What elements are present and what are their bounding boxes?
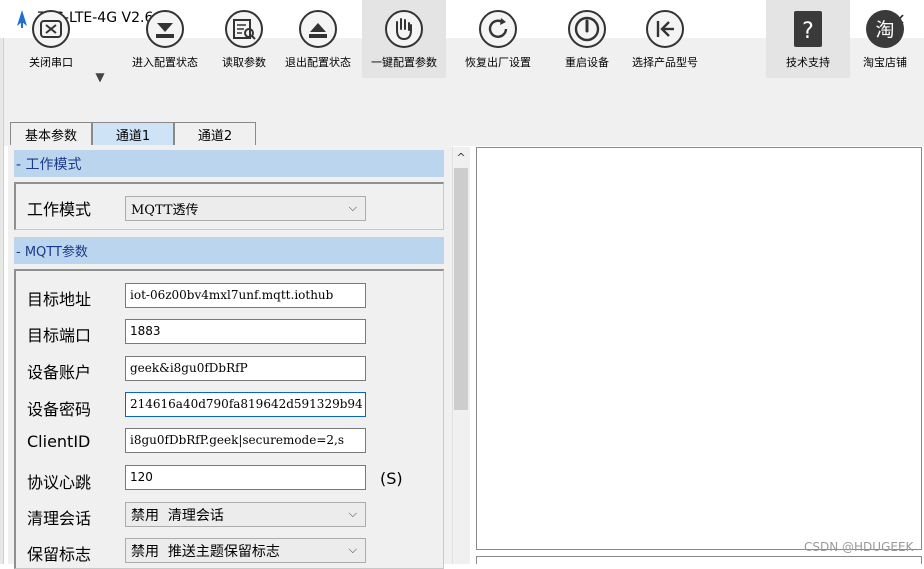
work-mode-section-header[interactable]: - 工作模式 [14, 150, 444, 177]
chevron-down-icon: ⌵ [348, 507, 357, 520]
exit-config-label: 退出配置状态 [285, 56, 351, 69]
mqtt-section-header[interactable]: - MQTT参数 [14, 237, 444, 264]
power-icon [568, 10, 606, 48]
one-click-config-label: 一键配置参数 [371, 56, 437, 69]
tab-channel-2[interactable]: 通道2 [174, 122, 256, 145]
select-model-label: 选择产品型号 [632, 56, 698, 69]
device-password-input[interactable]: 214616a40d790fa819642d591329b94 [125, 392, 366, 417]
select-model-button[interactable]: 选择产品型号 [624, 0, 706, 78]
clientid-label: ClientID [27, 432, 91, 451]
close-port-button[interactable]: 关闭串口 [14, 0, 88, 78]
device-password-label: 设备密码 [27, 400, 92, 419]
log-output-panel[interactable] [476, 147, 922, 550]
taobao-store-label: 淘宝店铺 [863, 56, 907, 69]
enter-config-button[interactable]: 进入配置状态 [124, 0, 206, 78]
factory-reset-label: 恢复出厂设置 [465, 56, 531, 69]
read-params-button[interactable]: 读取参数 [212, 0, 276, 78]
scroll-up-arrow[interactable]: ^ [452, 147, 470, 167]
restart-device-button[interactable]: 重启设备 [556, 0, 618, 78]
read-params-icon [225, 10, 263, 48]
target-address-input[interactable]: iot-06z00bv4mxl7unf.mqtt.iothub [125, 283, 366, 308]
one-click-config-button[interactable]: 一键配置参数 [362, 0, 446, 78]
help-icon: ? [794, 11, 822, 47]
chevron-down-icon: ⌵ [348, 201, 357, 214]
read-params-label: 读取参数 [222, 56, 266, 69]
target-address-label: 目标地址 [27, 290, 92, 309]
clean-session-value: 禁用 清理会话 [131, 508, 224, 524]
target-port-label: 目标端口 [27, 326, 92, 345]
factory-reset-button[interactable]: 恢复出厂设置 [456, 0, 540, 78]
retain-flag-select[interactable]: 禁用 推送主题保留标志 ⌵ [125, 538, 366, 563]
hand-pointer-icon [385, 10, 423, 48]
device-account-input[interactable]: geek&i8gu0fDbRfP [125, 356, 366, 381]
work-mode-value: MQTT透传 [131, 203, 199, 218]
clean-session-label: 清理会话 [27, 509, 92, 528]
retain-flag-label: 保留标志 [27, 545, 92, 564]
heartbeat-label: 协议心跳 [27, 473, 92, 492]
restart-device-label: 重启设备 [565, 56, 609, 69]
clean-session-select[interactable]: 禁用 清理会话 ⌵ [125, 502, 366, 527]
work-mode-label: 工作模式 [27, 200, 92, 219]
svg-text:淘: 淘 [875, 19, 894, 41]
close-port-label: 关闭串口 [29, 56, 73, 69]
refresh-icon [479, 10, 517, 48]
send-input-panel[interactable] [476, 556, 922, 564]
tech-support-label: 技术支持 [786, 56, 830, 69]
close-port-icon [32, 10, 70, 48]
work-mode-select[interactable]: MQTT透传 ⌵ [125, 196, 366, 221]
skip-back-icon [646, 10, 684, 48]
tab-basic-params[interactable]: 基本参数 [10, 122, 92, 145]
heartbeat-input[interactable]: 120 [125, 465, 366, 490]
tech-support-button[interactable]: ? 技术支持 [766, 0, 850, 78]
retain-flag-value: 禁用 推送主题保留标志 [131, 544, 280, 560]
svg-text:?: ? [802, 19, 814, 44]
device-account-label: 设备账户 [27, 363, 92, 382]
clientid-input[interactable]: i8gu0fDbRfP.geek|securemode=2,s [125, 428, 366, 453]
exit-config-button[interactable]: 退出配置状态 [278, 0, 358, 78]
heartbeat-unit: (S) [380, 469, 403, 488]
exit-config-icon [299, 10, 337, 48]
scrollbar-thumb[interactable] [454, 168, 468, 410]
target-port-input[interactable]: 1883 [125, 319, 366, 344]
taobao-icon: 淘 [866, 10, 904, 48]
watermark: CSDN @HDUGEEK [804, 540, 914, 554]
tab-channel-1[interactable]: 通道1 [92, 122, 174, 145]
port-dropdown-arrow[interactable]: ▼ [92, 68, 108, 86]
taobao-store-button[interactable]: 淘 淘宝店铺 [852, 0, 918, 78]
chevron-down-icon: ⌵ [348, 543, 357, 556]
enter-config-label: 进入配置状态 [132, 56, 198, 69]
enter-config-icon [146, 10, 184, 48]
